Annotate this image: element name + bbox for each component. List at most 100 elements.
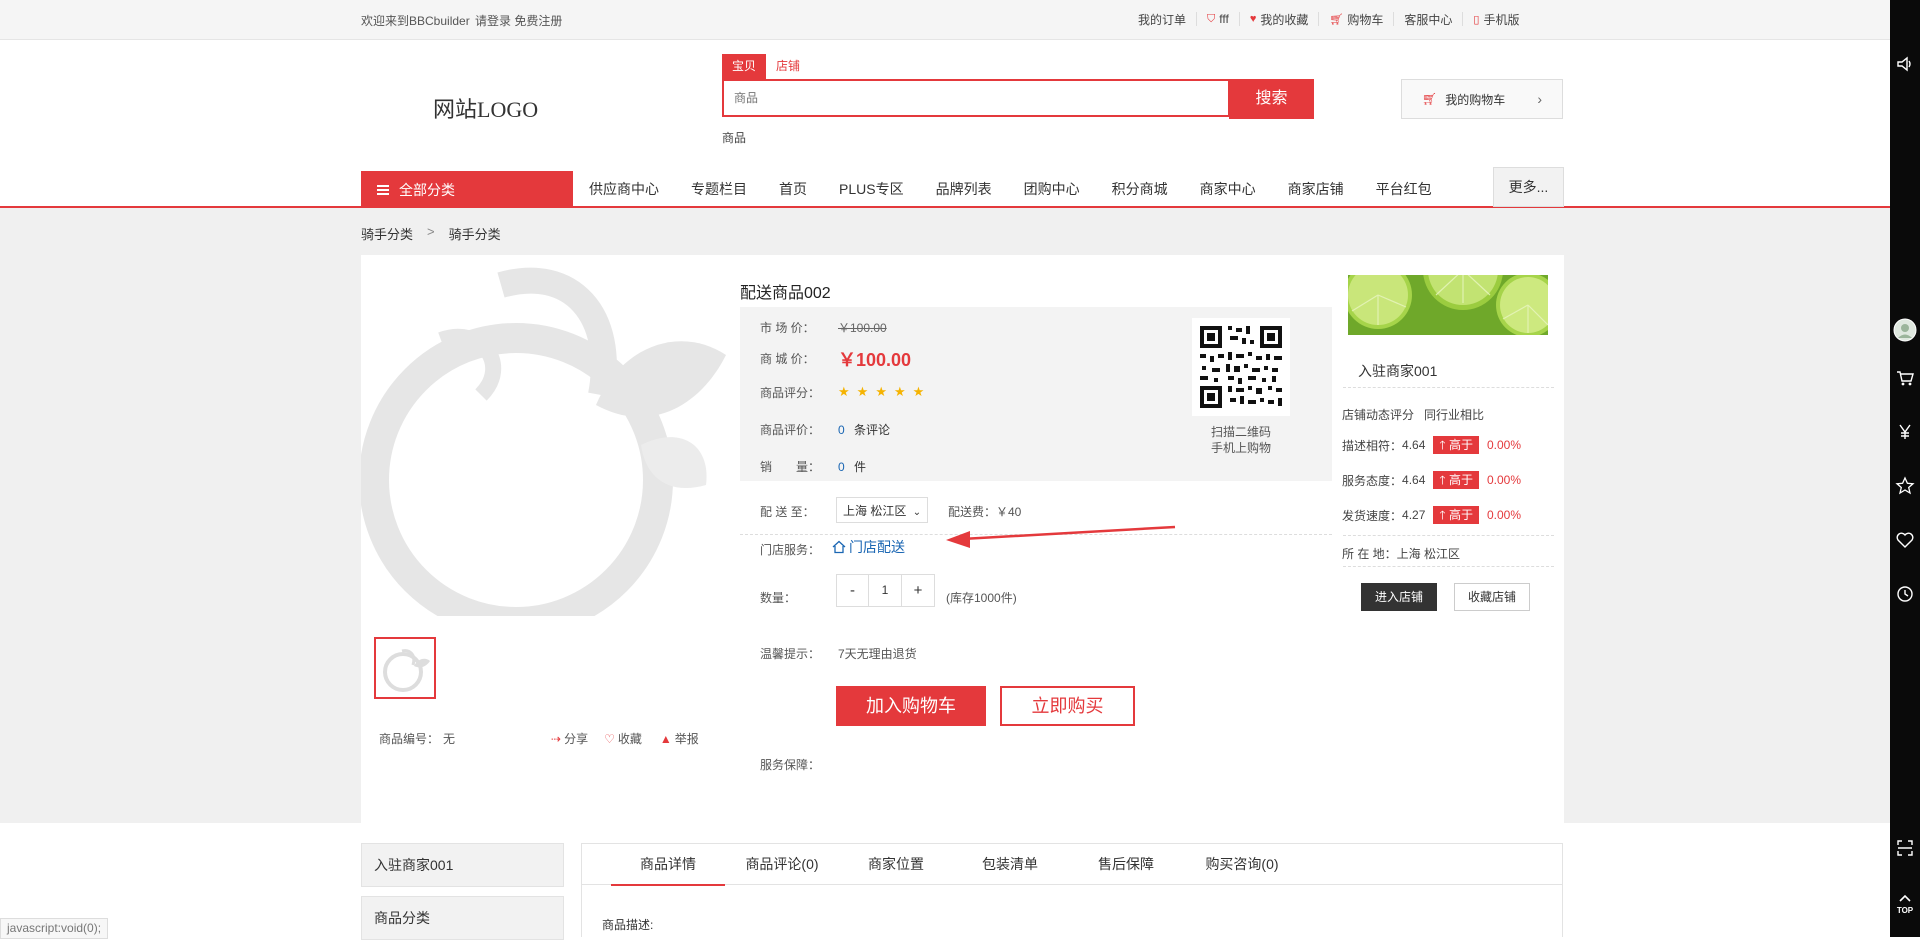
cart-link[interactable]: 🛒︎ 购物车 <box>1318 12 1393 27</box>
history-icon[interactable] <box>1895 584 1915 604</box>
ship-region-value: 上海 松江区 <box>843 504 907 518</box>
phone-icon: ▯ <box>1473 13 1480 26</box>
quantity-input[interactable]: 1 <box>869 574 902 607</box>
sales-info: 0 件 <box>838 458 866 475</box>
nav-item-red-packets[interactable]: 平台红包 <box>1360 179 1448 199</box>
thumbnail-image <box>383 649 430 692</box>
rating-row-service: 服务态度： 4.64 🡑 高于 0.00% <box>1342 471 1521 489</box>
tab-packing-list[interactable]: 包装清单 <box>953 844 1067 884</box>
arrow-up-icon: 🡑 <box>1439 438 1446 452</box>
back-to-top-icon[interactable]: TOP <box>1895 893 1915 915</box>
my-cart-button[interactable]: 🛒︎ 我的购物车 › <box>1401 79 1563 119</box>
quantity-increase-button[interactable]: + <box>902 574 935 607</box>
my-favorites-link[interactable]: ♥ 我的收藏 <box>1238 12 1319 27</box>
nav-item-points-mall[interactable]: 积分商城 <box>1096 179 1184 199</box>
side-category-box[interactable]: 商品分类 <box>361 896 564 940</box>
site-logo[interactable]: 网站LOGO <box>433 92 538 124</box>
share-icon: ⇢ <box>551 731 562 746</box>
rating-percent: 0.00% <box>1486 438 1522 452</box>
heart-outline-icon[interactable] <box>1895 530 1915 550</box>
collect-store-button[interactable]: 收藏店铺 <box>1454 583 1530 611</box>
rating-score: 4.64 <box>1402 473 1426 487</box>
store-delivery-link[interactable]: 门店配送 <box>832 537 905 557</box>
side-store-box[interactable]: 入驻商家001 <box>361 843 564 887</box>
breadcrumb-item[interactable]: 骑手分类 <box>449 224 501 243</box>
arrow-up-icon: 🡑 <box>1439 508 1446 522</box>
my-orders-label: 我的订单 <box>1138 12 1187 27</box>
top-links: 我的订单 ⛉ fff ♥ 我的收藏 🛒︎ 购物车 客服中心 ▯ 手机版 <box>1138 12 1529 27</box>
all-categories-button[interactable]: 全部分类 <box>361 171 573 208</box>
market-price: ￥100.00 <box>838 321 887 335</box>
search-input[interactable] <box>724 81 1204 115</box>
buy-now-button[interactable]: 立即购买 <box>1000 686 1135 726</box>
tab-reviews[interactable]: 商品评论(0) <box>725 844 839 884</box>
store-name[interactable]: 入驻商家001 <box>1358 361 1437 381</box>
search-tab-store[interactable]: 店铺 <box>766 54 810 79</box>
nav-more-button[interactable]: 更多... <box>1493 167 1564 207</box>
store-location: 所 在 地：上海 松江区 <box>1342 547 1461 561</box>
login-link[interactable]: 请登录 <box>475 14 511 28</box>
scan-icon[interactable] <box>1895 838 1915 858</box>
arrow-up-icon: 🡑 <box>1439 473 1446 487</box>
review-count: 0 <box>838 423 845 437</box>
yen-icon[interactable] <box>1895 422 1915 442</box>
report-button[interactable]: ▲ 举报 <box>660 730 699 747</box>
nav-item-merchant-stores[interactable]: 商家店铺 <box>1272 179 1360 199</box>
avatar[interactable] <box>1893 318 1917 342</box>
qr-caption-line-2: 手机上购物 <box>1210 441 1271 455</box>
product-main-image[interactable] <box>361 255 729 616</box>
hot-word-link[interactable]: 商品 <box>722 129 746 146</box>
service-center-link[interactable]: 客服中心 <box>1393 12 1462 27</box>
quantity-decrease-button[interactable]: - <box>836 574 869 607</box>
share-button[interactable]: ⇢ 分享 <box>551 730 588 747</box>
register-link[interactable]: 免费注册 <box>514 14 562 28</box>
divider <box>1343 566 1554 567</box>
favorite-button[interactable]: ♡ 收藏 <box>604 730 642 747</box>
market-price-label: 市 场 价： <box>760 321 815 335</box>
product-thumbnail[interactable] <box>374 637 436 699</box>
warning-icon: ▲ <box>659 731 672 746</box>
my-orders-link[interactable]: 我的订单 <box>1138 12 1196 27</box>
service-center-label: 客服中心 <box>1404 12 1453 27</box>
store-banner-image[interactable] <box>1348 275 1548 335</box>
tab-after-sales[interactable]: 售后保障 <box>1069 844 1183 884</box>
tab-location[interactable]: 商家位置 <box>839 844 953 884</box>
store-rating-header: 店铺动态评分 同行业相比 <box>1342 406 1484 423</box>
store-service-label: 门店服务： <box>760 543 821 557</box>
user-label: fff <box>1219 12 1229 26</box>
enter-store-button[interactable]: 进入店铺 <box>1361 583 1437 611</box>
nav-item-plus[interactable]: PLUS专区 <box>823 179 920 199</box>
breadcrumb-item[interactable]: 骑手分类 <box>361 224 413 243</box>
tip-text: 7天无理由退货 <box>838 647 917 661</box>
user-link[interactable]: ⛉ fff <box>1196 12 1239 26</box>
star-outline-icon[interactable] <box>1895 476 1915 496</box>
nav-item-group-buy[interactable]: 团购中心 <box>1008 179 1096 199</box>
nav-item-merchant-center[interactable]: 商家中心 <box>1184 179 1272 199</box>
tip-label: 温馨提示： <box>760 647 821 661</box>
tab-details[interactable]: 商品详情 <box>611 844 725 886</box>
review-info[interactable]: 0 条评论 <box>838 421 890 438</box>
ship-region-select[interactable]: 上海 松江区 ⌄ <box>836 497 929 523</box>
mobile-link[interactable]: ▯ 手机版 <box>1462 12 1529 27</box>
add-to-cart-button[interactable]: 加入购物车 <box>836 686 986 726</box>
star-icon: ★ <box>912 384 925 399</box>
nav-item-supplier[interactable]: 供应商中心 <box>573 179 675 199</box>
search-button[interactable]: 搜索 <box>1229 79 1314 119</box>
higher-label: 高于 <box>1448 438 1473 452</box>
search-tab-item[interactable]: 宝贝 <box>722 54 767 79</box>
cart-icon[interactable] <box>1895 368 1915 388</box>
search-box <box>722 79 1230 117</box>
tab-content <box>581 885 1563 937</box>
star-icon: ★ <box>856 384 869 399</box>
speaker-icon[interactable] <box>1895 54 1915 74</box>
rating-row-description: 描述相符： 4.64 🡑 高于 0.00% <box>1342 436 1521 454</box>
tab-inquiry[interactable]: 购买咨询(0) <box>1185 844 1299 884</box>
review-label: 商品评价： <box>760 423 821 437</box>
nav-item-topics[interactable]: 专题栏目 <box>675 179 763 199</box>
top-bar: 欢迎来到BBCbuilder 请登录 免费注册 我的订单 ⛉ fff ♥ 我的收藏 … <box>0 0 1890 40</box>
rating-label: 发货速度： <box>1342 508 1403 523</box>
higher-badge: 🡑 高于 <box>1433 436 1479 454</box>
nav-item-home[interactable]: 首页 <box>763 179 823 199</box>
ship-to-label: 配 送 至： <box>760 505 815 519</box>
nav-item-brands[interactable]: 品牌列表 <box>920 179 1008 199</box>
